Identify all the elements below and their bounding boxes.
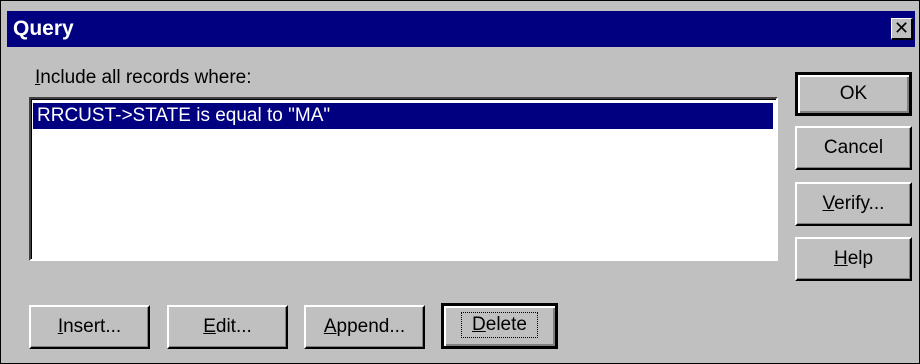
append-label: ppend... <box>336 316 406 337</box>
conditions-listbox[interactable]: RRCUST->STATE is equal to "MA" <box>29 97 778 261</box>
verify-accel: V <box>822 193 835 214</box>
condition-row[interactable]: RRCUST->STATE is equal to "MA" <box>33 103 773 129</box>
delete-button[interactable]: Delete <box>441 303 558 349</box>
append-button[interactable]: Append... <box>304 305 425 349</box>
help-label: elp <box>847 248 874 269</box>
edit-label: dit... <box>215 316 252 337</box>
ok-button[interactable]: OK <box>795 72 912 116</box>
help-accel: H <box>833 248 848 269</box>
edit-accel: E <box>203 316 216 337</box>
close-icon[interactable]: ✕ <box>891 18 913 40</box>
edit-button[interactable]: Edit... <box>167 305 288 349</box>
title-bar[interactable]: Query ✕ <box>7 11 915 47</box>
window-title: Query <box>13 17 74 40</box>
delete-label: elete <box>485 314 527 335</box>
include-records-label: Include all records where: <box>35 67 252 89</box>
append-accel: A <box>323 316 337 337</box>
verify-button[interactable]: Verify... <box>795 182 912 226</box>
insert-button[interactable]: Insert... <box>29 305 150 349</box>
query-dialog: Query ✕ Include all records where: RRCUS… <box>0 0 920 364</box>
cancel-button[interactable]: Cancel <box>795 126 912 170</box>
verify-label: erify... <box>834 193 885 214</box>
help-button[interactable]: Help <box>795 237 912 281</box>
delete-focus-rect: Delete <box>461 312 538 338</box>
delete-accel: D <box>472 314 486 335</box>
include-label-rest: nclude all records where: <box>40 67 252 88</box>
insert-label: nsert... <box>63 316 122 337</box>
